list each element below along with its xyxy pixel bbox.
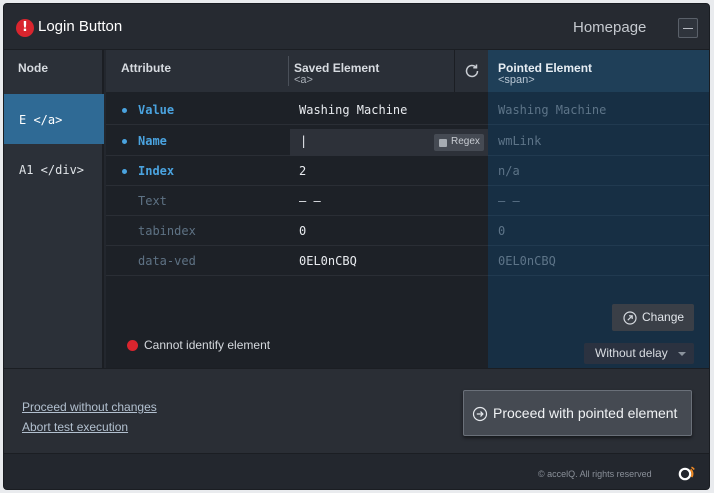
pointed-element-column: Washing Machine wmLink n/a – – 0 0EL0nCB… — [488, 92, 709, 368]
checkbox-icon — [439, 139, 447, 147]
status-message: Cannot identify element — [144, 338, 271, 352]
attribute-name: Value — [138, 103, 175, 117]
header-divider — [288, 56, 289, 86]
refresh-icon — [465, 64, 479, 78]
bottom-bar: © accelQ. All rights reserved — [4, 453, 709, 489]
attribute-header-label: Attribute — [121, 61, 171, 75]
proceed-with-pointed-element-button[interactable]: Proceed with pointed element — [463, 390, 692, 436]
pointed-row: – – — [488, 186, 709, 216]
delay-selected-value: Without delay — [595, 346, 668, 360]
selected-bullet-icon — [122, 108, 127, 113]
pointed-element-tag: <span> — [498, 74, 535, 86]
node-header-label: Node — [18, 61, 48, 75]
pointed-value: 0EL0nCBQ — [498, 254, 556, 268]
saved-value: Washing Machine — [299, 103, 408, 117]
copyright-text: © accelQ. All rights reserved — [538, 469, 652, 479]
attribute-name: Name — [138, 134, 167, 148]
saved-value: 0 — [299, 224, 307, 238]
dialog-title: Login Button — [38, 18, 123, 35]
node-column-header: Node — [4, 50, 104, 92]
title-bar: ! Login Button Homepage — [4, 4, 709, 50]
abort-test-execution-link[interactable]: Abort test execution — [22, 420, 128, 434]
name-value-input[interactable]: | Regex — [290, 129, 488, 156]
attribute-row-value: Value Washing Machine — [106, 95, 488, 125]
attribute-row-data-ved: data-ved 0EL0nCBQ — [106, 246, 488, 276]
attribute-row-text: Text – – — [106, 186, 488, 216]
regex-toggle[interactable]: Regex — [434, 134, 484, 151]
saved-element-tag: <a> — [294, 74, 313, 86]
saved-value: – – — [299, 194, 321, 208]
proceed-button-label: Proceed with pointed element — [493, 405, 678, 421]
homepage-label: Homepage — [573, 19, 647, 36]
attribute-grid: Value Washing Machine Name | Regex Index… — [106, 92, 488, 368]
arrow-up-right-icon — [623, 311, 637, 325]
pointed-row: 0EL0nCBQ — [488, 246, 709, 276]
selected-bullet-icon — [122, 169, 127, 174]
attribute-name: tabindex — [138, 224, 196, 238]
saved-value: 2 — [299, 164, 307, 178]
attribute-row-index: Index 2 — [106, 156, 488, 186]
refresh-button[interactable] — [454, 50, 488, 92]
pointed-row: 0 — [488, 216, 709, 246]
pointed-element-header-label: Pointed Element — [498, 61, 593, 75]
saved-element-header: Saved Element — [294, 61, 380, 75]
selected-bullet-icon — [122, 139, 127, 144]
minimize-button[interactable] — [678, 18, 698, 38]
change-button-label: Change — [642, 310, 685, 324]
attribute-name: data-ved — [138, 254, 196, 268]
change-button[interactable]: Change — [612, 304, 694, 331]
pointed-value: 0 — [498, 224, 506, 238]
attribute-row-tabindex: tabindex 0 — [106, 216, 488, 246]
column-headers: Node Attribute Saved Element <a> Pointed… — [4, 50, 709, 92]
login-button-dialog: ! Login Button Homepage Node Attribute S… — [3, 3, 710, 490]
node-item-e[interactable]: E </a> — [4, 94, 104, 144]
attribute-name: Text — [138, 194, 167, 208]
chevron-down-icon — [678, 352, 686, 356]
regex-label: Regex — [451, 136, 480, 147]
node-item-a1[interactable]: A1 </div> — [4, 144, 104, 194]
accelq-logo-icon — [678, 466, 695, 481]
node-item-label: E </a> — [19, 113, 63, 127]
pointed-row: n/a — [488, 156, 709, 186]
pointed-value: n/a — [498, 164, 520, 178]
pointed-row: Washing Machine — [488, 95, 709, 125]
pointed-element-header: Pointed Element <span> — [488, 50, 709, 92]
pointed-value: Washing Machine — [498, 103, 607, 117]
pointed-value: wmLink — [498, 134, 542, 148]
text-cursor: | — [300, 134, 308, 148]
node-list: E </a> A1 </div> — [4, 92, 104, 368]
pointed-row: wmLink — [488, 126, 709, 156]
attribute-name: Index — [138, 164, 175, 178]
arrow-right-circle-icon — [472, 406, 488, 422]
proceed-without-changes-link[interactable]: Proceed without changes — [22, 400, 157, 414]
node-item-label: A1 </div> — [19, 163, 85, 177]
saved-value: 0EL0nCBQ — [299, 254, 357, 268]
attribute-row-name: Name | Regex — [106, 126, 488, 156]
delay-dropdown[interactable]: Without delay — [584, 343, 694, 364]
pointed-value: – – — [498, 194, 520, 208]
alert-icon: ! — [16, 19, 34, 37]
action-footer: Proceed without changes Abort test execu… — [4, 368, 709, 453]
error-status-icon — [127, 340, 138, 351]
attribute-headers: Attribute Saved Element <a> — [106, 50, 488, 92]
